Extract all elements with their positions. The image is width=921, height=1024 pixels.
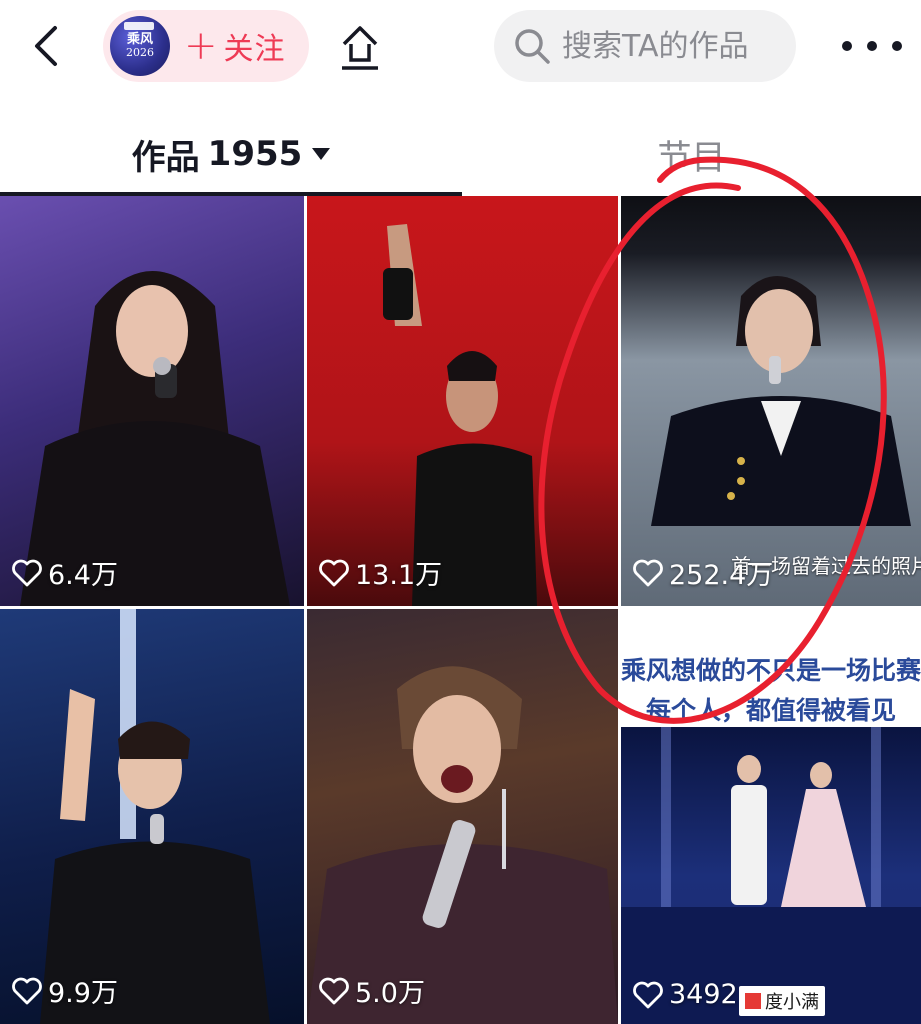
more-dots-icon [892,41,902,51]
sponsor-logo-icon [745,993,761,1009]
video-headline: 乘风想做的不只是一场比赛 [621,656,921,685]
video-grid: 6.4万 13.1万 首一场留着过去的照片 252.4万 9.9万 5.0万 乘… [0,196,921,1024]
like-count: 6.4万 [48,560,118,591]
sponsor-badge: 度小满 [739,986,825,1016]
share-button[interactable] [336,20,384,72]
tab-works[interactable]: 作品 1955 [0,112,462,196]
search-input[interactable] [562,28,792,64]
performer-figure [383,224,537,606]
sponsor-text: 度小满 [765,992,819,1013]
profile-tabs: 作品 1955 节目 [0,112,921,196]
like-count: 3492 [669,979,738,1010]
follow-button[interactable]: 乘风 2026 + 关注 [103,10,309,82]
performer-figure [40,609,270,1024]
like-count: 9.9万 [48,978,118,1009]
like-counter: 6.4万 [12,553,118,592]
video-headline: 每个人，都值得被看见 [645,696,896,725]
search-icon [515,29,550,64]
heart-icon [633,981,663,1008]
avatar-text: 乘风 [126,32,153,47]
more-dots-icon [867,41,877,51]
video-thumbnail[interactable]: 首一场留着过去的照片 252.4万 [621,196,921,606]
video-thumbnail[interactable]: 9.9万 [0,609,304,1024]
video-thumbnail[interactable]: 13.1万 [307,196,618,606]
like-counter: 9.9万 [12,971,118,1010]
video-thumbnail[interactable]: 乘风想做的不只是一场比赛 每个人，都值得被看见 度小满 3492 [621,609,921,1024]
back-button[interactable] [22,20,70,72]
avatar-badge [124,22,154,30]
top-bar: 乘风 2026 + 关注 [0,0,921,96]
share-up-icon [342,26,378,70]
like-count: 252.4万 [669,560,774,591]
caret-down-icon[interactable] [312,148,331,160]
performer-figure [307,666,618,1024]
avatar[interactable]: 乘风 2026 [110,16,170,76]
like-counter: 5.0万 [319,971,425,1010]
like-counter: 252.4万 [633,553,773,592]
performer-figure [651,276,911,526]
tab-works-label: 作品 [131,137,200,178]
heart-icon [319,977,349,1004]
like-count: 5.0万 [355,978,425,1009]
performer-figure [20,271,290,606]
heart-icon [633,559,663,586]
avatar-year: 2026 [126,46,154,59]
like-counter: 13.1万 [319,553,442,592]
search-box[interactable] [494,10,796,82]
follow-label: 关注 [223,32,286,67]
plus-icon: + [184,23,218,69]
like-count: 13.1万 [355,560,443,591]
video-thumbnail[interactable]: 5.0万 [307,609,618,1024]
like-counter: 3492 [633,979,738,1010]
tab-program[interactable]: 节目 [462,112,921,196]
heart-icon [319,559,349,586]
tab-program-label: 节目 [657,137,726,178]
tab-works-count: 1955 [207,134,303,174]
more-button[interactable] [842,26,902,66]
chevron-left-icon [35,26,57,66]
more-dots-icon [842,41,852,51]
video-thumbnail[interactable]: 6.4万 [0,196,304,606]
heart-icon [12,559,42,586]
stage-scene: 度小满 3492 [621,727,921,1024]
heart-icon [12,977,42,1004]
